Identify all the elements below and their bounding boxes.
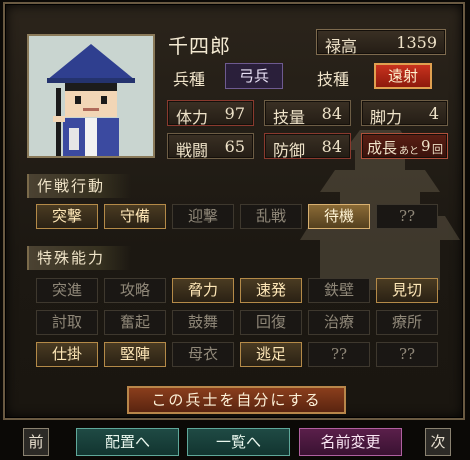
abilities-button[interactable]: 仕掛: [36, 342, 98, 367]
tactics-button[interactable]: 乱戦: [240, 204, 302, 229]
stat-skill-value: 84: [321, 104, 342, 123]
abilities-button[interactable]: 奮起: [104, 310, 166, 335]
deploy-button[interactable]: 配置へ: [76, 428, 179, 456]
growth-mid: あと: [399, 146, 419, 157]
stat-combat-value: 65: [224, 137, 245, 156]
abilities-button[interactable]: 鉄壁: [308, 278, 370, 303]
abilities-button[interactable]: 療所: [376, 310, 438, 335]
skill-type-value: 遠射: [374, 63, 432, 89]
growth-value: 9: [421, 137, 431, 155]
abilities-button[interactable]: 討取: [36, 310, 98, 335]
growth-remaining: 成長 あと 9 回: [361, 133, 448, 159]
list-button[interactable]: 一覧へ: [187, 428, 290, 456]
abilities-button[interactable]: 攻略: [104, 278, 166, 303]
abilities-button[interactable]: 母衣: [172, 342, 234, 367]
tactics-button[interactable]: 突撃: [36, 204, 98, 229]
abilities-button[interactable]: 鼓舞: [172, 310, 234, 335]
stipend-label: 禄高: [325, 37, 358, 56]
next-button[interactable]: 次: [425, 428, 451, 456]
abilities-button[interactable]: 脅力: [172, 278, 234, 303]
abilities-button[interactable]: 速発: [240, 278, 302, 303]
stipend-value: 1359: [396, 33, 437, 52]
tactics-button[interactable]: ??: [376, 204, 438, 229]
stat-hp-value: 97: [224, 104, 245, 123]
stat-legs: 脚力 4: [361, 100, 448, 127]
stat-combat: 戦闘 65: [167, 133, 254, 160]
abilities-button[interactable]: 堅陣: [104, 342, 166, 367]
prev-button[interactable]: 前: [23, 428, 49, 456]
tactics-button[interactable]: 守備: [104, 204, 166, 229]
archer-avatar-icon: [29, 36, 153, 156]
soldier-portrait: [27, 34, 155, 158]
tactics-button[interactable]: 迎撃: [172, 204, 234, 229]
abilities-button[interactable]: 回復: [240, 310, 302, 335]
stat-hp: 体力 97: [167, 100, 254, 127]
unit-type-label: 兵種: [173, 70, 206, 89]
stat-legs-label: 脚力: [370, 108, 403, 127]
stipend-box: 禄高 1359: [316, 29, 446, 56]
abilities-button[interactable]: 治療: [308, 310, 370, 335]
tactics-section-header: 作戦行動: [27, 174, 131, 198]
stat-skill: 技量 84: [264, 100, 351, 127]
stat-legs-value: 4: [428, 104, 439, 123]
growth-unit: 回: [432, 143, 443, 156]
stat-defense-label: 防御: [273, 141, 306, 160]
stat-hp-label: 体力: [176, 108, 209, 127]
rename-button[interactable]: 名前変更: [299, 428, 402, 456]
abilities-section-header: 特殊能力: [27, 246, 131, 270]
tactics-button[interactable]: 待機: [308, 204, 370, 229]
stat-combat-label: 戦闘: [176, 141, 209, 160]
soldier-name: 千四郎: [168, 34, 231, 58]
stat-skill-label: 技量: [273, 108, 306, 127]
skill-type-label: 技種: [317, 70, 350, 89]
growth-label: 成長: [367, 139, 398, 157]
stat-defense-value: 84: [321, 137, 342, 156]
abilities-button[interactable]: ??: [376, 342, 438, 367]
abilities-button[interactable]: 見切: [376, 278, 438, 303]
stat-defense: 防御 84: [264, 133, 351, 160]
unit-type-value: 弓兵: [225, 63, 283, 89]
abilities-button[interactable]: ??: [308, 342, 370, 367]
abilities-button[interactable]: 突進: [36, 278, 98, 303]
abilities-button[interactable]: 逃足: [240, 342, 302, 367]
take-soldier-button[interactable]: この兵士を自分にする: [127, 386, 346, 414]
